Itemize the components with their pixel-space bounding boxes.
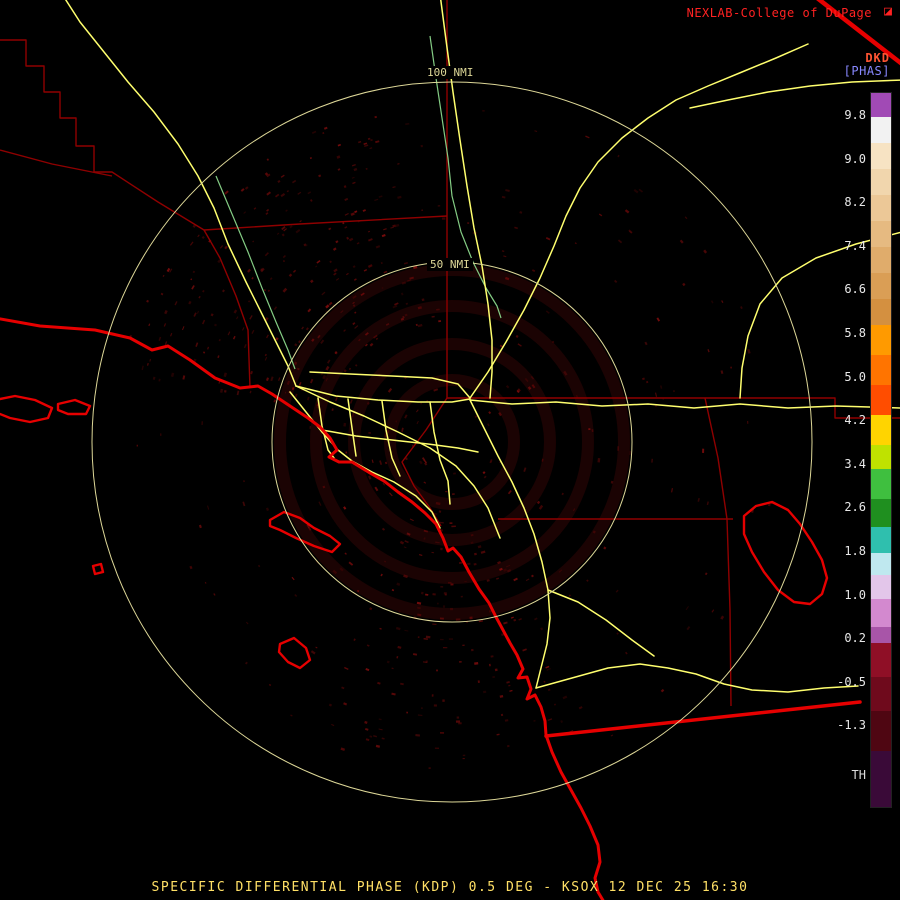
road-line — [535, 663, 859, 693]
range-ring-50-label: 50 NMI — [427, 258, 473, 271]
colorbar-tick: 7.4 — [844, 238, 866, 253]
colorbar-segment — [871, 247, 891, 273]
colorbar-segment — [871, 355, 891, 385]
colorbar-segment — [871, 93, 891, 117]
colorbar-segment — [871, 445, 891, 469]
colorbar-tick: 1.8 — [844, 544, 866, 558]
island-outline — [0, 394, 54, 424]
road-line — [689, 79, 900, 109]
product-caption: SPECIFIC DIFFERENTIAL PHASE (KDP) 0.5 DE… — [151, 880, 749, 895]
range-ring-100 — [91, 81, 813, 803]
colorbar-segment — [871, 325, 891, 355]
colorbar-segment — [871, 299, 891, 325]
county-line — [704, 397, 732, 707]
colorbar-segment — [871, 643, 891, 677]
road-line — [429, 401, 451, 505]
colorbar-segment — [871, 169, 891, 195]
colorbar-ticks: 9.8 9.0 8.2 7.4 6.6 5.8 5.0 4.2 3.4 2.6 1.8 1.0 0.2 -… — [822, 0, 866, 900]
colorbar-segment — [871, 195, 891, 221]
colorbar-segment — [871, 575, 891, 599]
county-lines — [0, 0, 900, 707]
product-code: DKD — [865, 51, 890, 65]
colorbar-tick: 9.0 — [844, 151, 866, 166]
colorbar-segment — [871, 143, 891, 169]
colorbar-tick: -1.3 — [837, 718, 866, 733]
colorbar-tick: -0.5 — [837, 674, 866, 689]
colorbar-tick: 0.2 — [844, 631, 866, 646]
road-line — [547, 589, 655, 657]
colorbar-segment — [871, 751, 891, 807]
range-rings — [91, 81, 813, 803]
nexlab-logo-icon: ◪ — [884, 4, 892, 19]
colorbar-tick: 4.2 — [844, 413, 866, 428]
colorbar-segment — [871, 117, 891, 143]
colorbar-tick: 5.8 — [844, 326, 866, 340]
colorbar-segment — [871, 273, 891, 299]
lake-outline — [742, 500, 829, 606]
colorbar-segment — [871, 711, 891, 751]
colorbar-tick: 1.0 — [844, 587, 866, 602]
island-outline — [277, 636, 312, 670]
range-ring-100-label: 100 NMI — [424, 66, 477, 79]
island-outline — [56, 398, 92, 416]
colorbar-tick: 8.2 — [844, 195, 866, 210]
colorbar-tick: 5.0 — [844, 369, 866, 384]
island-outline — [91, 562, 105, 576]
river-lines — [215, 35, 502, 370]
radar-display: { "header": { "credit": "NEXLAB-College … — [0, 0, 900, 900]
colorbar-segment — [871, 627, 891, 643]
coastline — [0, 0, 900, 900]
colorbar-tick: 6.6 — [844, 282, 866, 297]
colorbar-segment — [871, 469, 891, 499]
colorbar-segment — [871, 221, 891, 247]
colorbar-segment — [871, 499, 891, 527]
colorbar-tick: 2.6 — [844, 500, 866, 515]
radar-speckles — [128, 109, 771, 770]
colorbar-tick: 3.4 — [844, 456, 866, 471]
road-line — [64, 0, 297, 387]
mexico-border-line — [544, 700, 862, 738]
county-line — [0, 149, 113, 177]
colorbar-segment — [871, 599, 891, 627]
colorbar-segment — [871, 527, 891, 553]
river-line — [215, 175, 296, 370]
map-canvas — [0, 0, 900, 900]
county-line — [203, 215, 448, 231]
colorbar-segment — [871, 553, 891, 575]
colorbar-segment — [871, 677, 891, 711]
colorbar-segment — [871, 385, 891, 415]
colorbar-segment — [871, 415, 891, 445]
colorbar-tick: 9.8 — [844, 108, 866, 122]
colorbar — [870, 92, 892, 808]
